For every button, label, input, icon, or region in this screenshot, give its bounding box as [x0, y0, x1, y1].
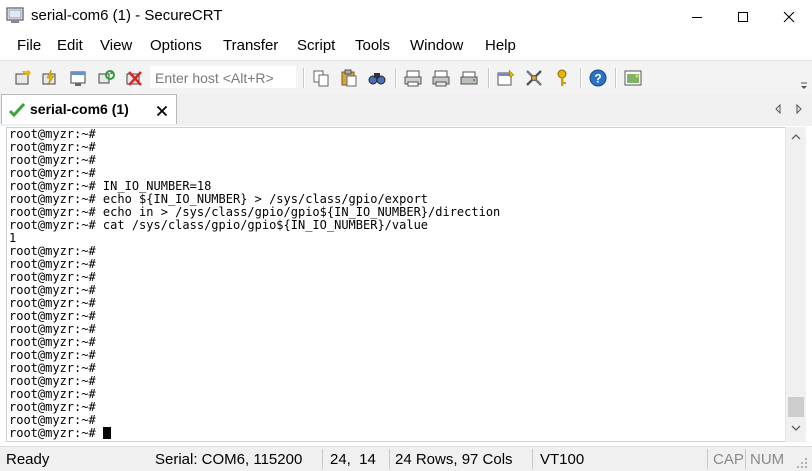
vertical-scrollbar[interactable]: [785, 127, 806, 442]
global-options-icon[interactable]: [525, 69, 543, 87]
session-options-icon[interactable]: [497, 69, 515, 87]
key-agent-icon[interactable]: [553, 69, 571, 87]
toolbar-separator: [303, 68, 305, 88]
connect-in-tab-icon[interactable]: [69, 69, 87, 87]
scroll-up-arrow-icon[interactable]: [791, 133, 801, 140]
terminal-cursor: [102, 427, 111, 439]
toolbar-separator: [580, 68, 582, 88]
menu-help[interactable]: Help: [485, 37, 516, 54]
menu-tools[interactable]: Tools: [355, 37, 390, 54]
tab-serial-com6[interactable]: serial-com6 (1): [1, 94, 177, 124]
menu-bar: File Edit View Options Transfer Script T…: [0, 33, 812, 60]
status-cursor-position: 24, 14: [330, 451, 376, 468]
svg-text:?: ?: [594, 72, 601, 86]
scroll-thumb[interactable]: [788, 397, 804, 417]
tab-scroll-left-icon[interactable]: [774, 104, 782, 114]
tab-bar: serial-com6 (1): [0, 94, 812, 126]
menu-window[interactable]: Window: [410, 37, 463, 54]
close-window-button[interactable]: [766, 0, 812, 33]
scroll-down-arrow-icon[interactable]: [791, 425, 801, 432]
maximize-icon: [738, 11, 748, 22]
terminal-output[interactable]: root@myzr:~# root@myzr:~# root@myzr:~# root…: [6, 127, 785, 442]
status-separator: [707, 449, 708, 469]
status-emulation: VT100: [540, 451, 585, 468]
menu-transfer[interactable]: Transfer: [223, 37, 278, 54]
tab-label: serial-com6 (1): [30, 101, 129, 117]
toolbar-separator: [395, 68, 397, 88]
screenshot-icon[interactable]: [624, 69, 642, 87]
paste-icon[interactable]: [340, 69, 358, 87]
find-icon[interactable]: [368, 69, 386, 87]
status-caps-lock: CAP: [713, 451, 744, 468]
status-separator: [745, 449, 746, 469]
window-title: serial-com6 (1) - SecureCRT: [31, 7, 223, 24]
tab-close-icon[interactable]: [156, 105, 168, 117]
print-icon[interactable]: [460, 69, 478, 87]
menu-view[interactable]: View: [100, 37, 132, 54]
status-dimensions: 24 Rows, 97 Cols: [395, 451, 513, 468]
help-icon[interactable]: ?: [589, 69, 607, 87]
menu-file[interactable]: File: [17, 37, 41, 54]
terminal-lines: root@myzr:~# root@myzr:~# root@myzr:~# root…: [9, 128, 500, 440]
connected-check-icon: [9, 103, 25, 117]
status-bar: Ready Serial: COM6, 115200 24, 14 24 Row…: [0, 446, 812, 471]
status-connection: Serial: COM6, 115200: [155, 451, 303, 468]
minimize-icon: [692, 16, 702, 18]
toolbar: Enter host <Alt+R> ?: [0, 60, 812, 95]
terminal-line: root@myzr:~# cat /sys/class/gpio/gpio${I…: [9, 218, 429, 232]
disconnect-icon[interactable]: [125, 69, 143, 87]
status-separator: [389, 449, 390, 469]
print-screen-icon[interactable]: [404, 69, 422, 87]
terminal-line: root@myzr:~#: [9, 427, 500, 440]
title-bar: serial-com6 (1) - SecureCRT: [0, 0, 812, 33]
quick-connect-icon[interactable]: [41, 69, 59, 87]
menu-options[interactable]: Options: [150, 37, 202, 54]
tab-scroll-right-icon[interactable]: [795, 104, 803, 114]
status-separator: [322, 449, 323, 469]
connect-icon[interactable]: [14, 69, 32, 87]
status-ready: Ready: [6, 451, 50, 468]
status-separator: [532, 449, 533, 469]
host-input[interactable]: Enter host <Alt+R>: [150, 66, 296, 88]
menu-script[interactable]: Script: [297, 37, 335, 54]
close-icon: [783, 11, 795, 22]
reconnect-icon[interactable]: [97, 69, 115, 87]
toolbar-separator: [488, 68, 490, 88]
toolbar-separator: [615, 68, 617, 88]
print-selection-icon[interactable]: [432, 69, 450, 87]
toolbar-overflow-icon[interactable]: [800, 81, 808, 91]
maximize-button[interactable]: [720, 0, 766, 33]
securecrt-app-icon[interactable]: [6, 7, 24, 24]
menu-edit[interactable]: Edit: [57, 37, 83, 54]
minimize-button[interactable]: [674, 0, 720, 33]
resize-grip-icon[interactable]: [796, 457, 808, 469]
status-num-lock: NUM: [750, 451, 785, 468]
copy-icon[interactable]: [312, 69, 330, 87]
